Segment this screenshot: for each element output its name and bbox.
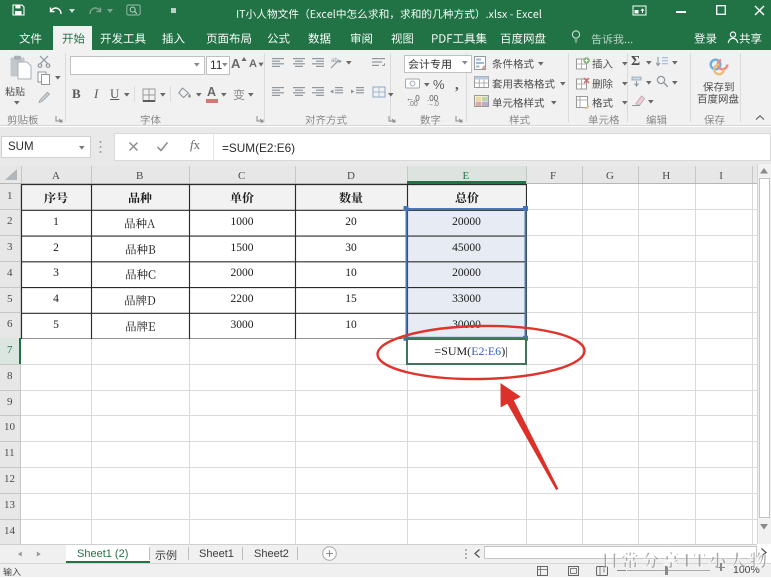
- svg-text:ab: ab: [331, 58, 338, 64]
